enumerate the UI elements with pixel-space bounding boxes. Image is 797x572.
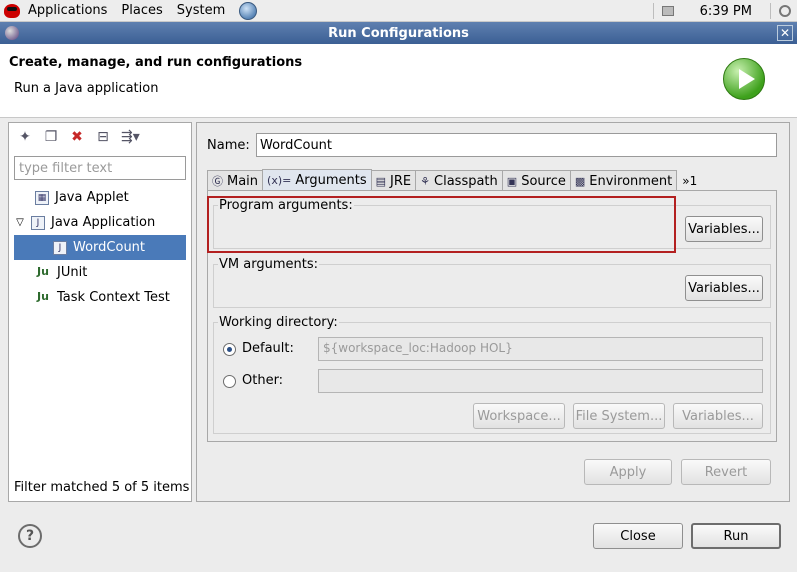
close-button[interactable]: Close [593,523,683,549]
workdir-variables-button[interactable]: Variables... [673,403,763,429]
name-input[interactable] [256,133,777,157]
environment-tab-icon: ▩ [574,174,586,188]
expand-icon[interactable]: ▽ [15,217,25,228]
tab-arguments[interactable]: (x)= Arguments [262,169,372,191]
delete-config-icon[interactable]: ✖ [69,129,85,145]
main-tab-icon: Ⓖ [212,175,223,188]
collapse-all-icon[interactable]: ⊟ [95,129,111,145]
working-directory-label: Working directory: [218,315,339,330]
vm-arguments-label: VM arguments: [218,257,319,272]
clock[interactable]: 6:39 PM [700,4,752,19]
help-icon[interactable]: ? [18,524,42,548]
arguments-tab-icon: (x)= [267,174,292,187]
tab-jre[interactable]: ▤ JRE [370,170,417,191]
tree-item-wordcount[interactable]: J WordCount [14,235,186,260]
tab-environment[interactable]: ▩ Environment [569,170,678,191]
default-radio[interactable] [223,343,236,356]
run-button[interactable]: Run [691,523,781,549]
banner-subtitle: Run a Java application [14,81,159,96]
junit-icon: Ju [37,289,49,303]
menu-applications[interactable]: Applications [28,3,107,18]
workspace-button[interactable]: Workspace... [473,403,565,429]
header-banner: Create, manage, and run configurations R… [0,44,797,118]
window-titlebar[interactable]: Run Configurations ✕ [0,22,797,44]
other-directory-field[interactable] [318,369,763,393]
filter-status: Filter matched 5 of 5 items [14,480,190,495]
junit-icon: Ju [37,264,49,278]
duplicate-config-icon[interactable]: ❐ [43,129,59,145]
menu-system[interactable]: System [177,3,225,18]
program-arguments-highlight [207,196,676,253]
vm-arguments-group: VM arguments: Variables... [213,257,771,308]
window-title: Run Configurations [328,25,469,41]
tree-item-java-applet[interactable]: ▦ Java Applet [9,185,191,210]
vm-variables-button[interactable]: Variables... [685,275,763,301]
tree-item-task-context-test[interactable]: Ju Task Context Test [9,285,191,310]
file-system-button[interactable]: File System... [573,403,665,429]
java-application-icon: J [31,215,45,230]
run-icon [723,58,765,100]
network-icon[interactable] [661,6,674,16]
redhat-icon[interactable] [4,3,20,18]
menu-places[interactable]: Places [121,3,162,18]
power-icon[interactable] [779,5,791,17]
filter-menu-icon[interactable]: ⇶▾ [121,129,140,145]
top-panel: Applications Places System 6:39 PM [0,0,797,22]
default-directory-field: ${workspace_loc:Hadoop HOL} [318,337,763,361]
config-toolbar: ✦ ❐ ✖ ⊟ ⇶▾ [9,123,191,151]
web-browser-icon[interactable] [239,1,258,20]
other-label: Other: [242,373,284,388]
config-list-panel: ✦ ❐ ✖ ⊟ ⇶▾ ▦ Java Applet ▽ J Java Applic… [8,122,192,502]
config-tabs: Ⓖ Main (x)= Arguments ▤ JRE ⚘ Classpath … [207,169,697,191]
jre-tab-icon: ▤ [375,174,387,188]
program-variables-button[interactable]: Variables... [685,216,763,242]
other-radio[interactable] [223,375,236,388]
tab-source[interactable]: ▣ Source [501,170,571,191]
tree-item-java-application[interactable]: ▽ J Java Application [9,210,191,235]
tab-main[interactable]: Ⓖ Main [207,170,264,191]
java-applet-icon: ▦ [35,190,49,205]
banner-title: Create, manage, and run configurations [9,55,303,70]
apply-button[interactable]: Apply [584,459,672,485]
tab-classpath[interactable]: ⚘ Classpath [415,170,503,191]
window-close-button[interactable]: ✕ [777,25,793,41]
name-label: Name: [207,138,250,153]
tab-overflow-button[interactable]: »1 [676,170,697,191]
eclipse-icon[interactable] [5,26,19,40]
tree-item-junit[interactable]: Ju JUnit [9,260,191,285]
source-tab-icon: ▣ [506,174,518,188]
java-config-icon: J [53,240,67,255]
new-config-icon[interactable]: ✦ [17,129,33,145]
default-label: Default: [242,341,294,356]
config-tree: ▦ Java Applet ▽ J Java Application J Wor… [9,185,191,310]
filter-input[interactable] [14,156,186,180]
classpath-tab-icon: ⚘ [420,174,431,188]
revert-button[interactable]: Revert [681,459,771,485]
working-directory-group: Working directory: Default: ${workspace_… [213,315,771,434]
config-editor: Name: Ⓖ Main (x)= Arguments ▤ JRE ⚘ Clas… [196,122,790,502]
